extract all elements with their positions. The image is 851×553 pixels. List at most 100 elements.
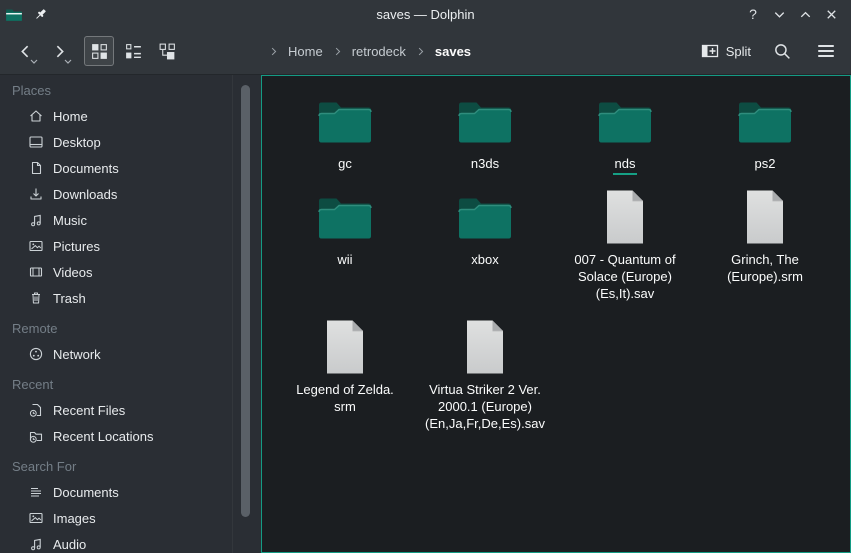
image-icon bbox=[28, 510, 44, 526]
toolbar: Home retrodeck saves Split bbox=[0, 28, 851, 75]
places-section: Places Home Desktop Documents Downloads … bbox=[0, 77, 261, 311]
details-view-button[interactable] bbox=[118, 36, 148, 66]
breadcrumb-separator-icon bbox=[268, 46, 279, 57]
sidebar-item-search-documents[interactable]: Documents bbox=[0, 479, 261, 505]
sidebar-item-label: Music bbox=[53, 213, 87, 228]
sidebar-item-label: Trash bbox=[53, 291, 86, 306]
sidebar-item-network[interactable]: Network bbox=[0, 341, 261, 367]
titlebar-left bbox=[0, 5, 48, 23]
hamburger-menu-icon bbox=[816, 41, 836, 61]
sidebar-item-desktop[interactable]: Desktop bbox=[0, 129, 261, 155]
folder-icon bbox=[457, 97, 513, 145]
sidebar-item-home[interactable]: Home bbox=[0, 103, 261, 129]
icons-view-button[interactable] bbox=[84, 36, 114, 66]
folder-icon bbox=[457, 193, 513, 241]
sidebar-item-label: Recent Locations bbox=[53, 429, 153, 444]
section-header-search-for: Search For bbox=[0, 453, 261, 479]
item-label: 007 - Quantum of Solace (Europe) (Es,It)… bbox=[574, 251, 675, 302]
file-item-007[interactable]: 007 - Quantum of Solace (Europe) (Es,It)… bbox=[555, 185, 695, 315]
home-icon bbox=[28, 108, 44, 124]
item-label: xbox bbox=[471, 251, 498, 268]
back-button[interactable] bbox=[10, 36, 40, 66]
file-icon bbox=[323, 319, 367, 375]
file-grid: gc n3ds nds ps2 wii bbox=[262, 76, 850, 449]
sidebar-item-videos[interactable]: Videos bbox=[0, 259, 261, 285]
forward-icon bbox=[51, 43, 68, 60]
file-icon bbox=[463, 319, 507, 375]
folder-clock-icon bbox=[28, 428, 44, 444]
sidebar-item-music[interactable]: Music bbox=[0, 207, 261, 233]
sidebar-item-pictures[interactable]: Pictures bbox=[0, 233, 261, 259]
sidebar-item-label: Videos bbox=[53, 265, 93, 280]
folder-item-xbox[interactable]: xbox bbox=[415, 185, 555, 315]
sidebar-item-recent-files[interactable]: Recent Files bbox=[0, 397, 261, 423]
file-icon bbox=[603, 189, 647, 245]
folder-icon bbox=[737, 97, 793, 145]
details-view-icon bbox=[124, 42, 143, 61]
navigation-buttons bbox=[10, 36, 74, 66]
folder-icon bbox=[317, 97, 373, 145]
file-item-zelda[interactable]: Legend of Zelda. srm bbox=[275, 315, 415, 449]
file-item-grinch[interactable]: Grinch, The (Europe).srm bbox=[695, 185, 835, 315]
file-icon bbox=[743, 189, 787, 245]
breadcrumb-retrodeck[interactable]: retrodeck bbox=[352, 44, 406, 59]
sidebar-item-search-images[interactable]: Images bbox=[0, 505, 261, 531]
minimize-button[interactable] bbox=[767, 3, 791, 25]
sidebar-item-recent-locations[interactable]: Recent Locations bbox=[0, 423, 261, 449]
item-label: n3ds bbox=[471, 155, 499, 172]
icons-view-icon bbox=[90, 42, 109, 61]
minimize-icon bbox=[772, 7, 787, 22]
folder-item-wii[interactable]: wii bbox=[275, 185, 415, 315]
sidebar-item-trash[interactable]: Trash bbox=[0, 285, 261, 311]
dolphin-window: saves — Dolphin ? Home bbox=[0, 0, 851, 553]
breadcrumb-separator-icon bbox=[332, 46, 343, 57]
section-header-remote: Remote bbox=[0, 315, 261, 341]
sidebar-item-label: Documents bbox=[53, 485, 119, 500]
trash-icon bbox=[28, 290, 44, 306]
window-controls: ? bbox=[741, 3, 851, 25]
split-label: Split bbox=[726, 44, 751, 59]
sidebar-item-label: Recent Files bbox=[53, 403, 125, 418]
sidebar-item-label: Network bbox=[53, 347, 101, 362]
sidebar-scrollbar-thumb[interactable] bbox=[241, 85, 250, 517]
folder-view[interactable]: gc n3ds nds ps2 wii bbox=[261, 75, 851, 553]
hamburger-menu-button[interactable] bbox=[813, 36, 839, 66]
desktop-icon bbox=[28, 134, 44, 150]
item-label: wii bbox=[337, 251, 352, 268]
folder-item-n3ds[interactable]: n3ds bbox=[415, 89, 555, 185]
forward-button[interactable] bbox=[44, 36, 74, 66]
sidebar-item-search-audio[interactable]: Audio bbox=[0, 531, 261, 553]
text-lines-icon bbox=[28, 484, 44, 500]
sidebar-item-label: Audio bbox=[53, 537, 86, 552]
folder-item-gc[interactable]: gc bbox=[275, 89, 415, 185]
document-clock-icon bbox=[28, 402, 44, 418]
titlebar: saves — Dolphin ? bbox=[0, 0, 851, 28]
sidebar-item-downloads[interactable]: Downloads bbox=[0, 181, 261, 207]
view-mode-buttons bbox=[84, 36, 182, 66]
tree-view-button[interactable] bbox=[152, 36, 182, 66]
download-icon bbox=[28, 186, 44, 202]
search-button[interactable] bbox=[769, 36, 795, 66]
help-button[interactable]: ? bbox=[741, 3, 765, 25]
folder-item-ps2[interactable]: ps2 bbox=[695, 89, 835, 185]
sidebar-item-documents[interactable]: Documents bbox=[0, 155, 261, 181]
sidebar-item-label: Documents bbox=[53, 161, 119, 176]
folder-icon bbox=[597, 97, 653, 145]
maximize-button[interactable] bbox=[793, 3, 817, 25]
breadcrumb-home[interactable]: Home bbox=[288, 44, 323, 59]
folder-item-nds[interactable]: nds bbox=[555, 89, 695, 185]
file-item-virtua[interactable]: Virtua Striker 2 Ver. 2000.1 (Europe) (E… bbox=[415, 315, 555, 449]
remote-section: Remote Network bbox=[0, 315, 261, 367]
pin-icon[interactable] bbox=[33, 7, 48, 22]
sidebar-item-label: Downloads bbox=[53, 187, 117, 202]
document-icon bbox=[28, 160, 44, 176]
content-area: Places Home Desktop Documents Downloads … bbox=[0, 75, 851, 553]
split-button[interactable]: Split bbox=[701, 42, 751, 60]
item-label: nds bbox=[613, 155, 638, 175]
recent-section: Recent Recent Files Recent Locations bbox=[0, 371, 261, 449]
breadcrumb-saves[interactable]: saves bbox=[435, 44, 471, 59]
places-panel: Places Home Desktop Documents Downloads … bbox=[0, 75, 261, 553]
close-button[interactable] bbox=[819, 3, 843, 25]
sidebar-item-label: Home bbox=[53, 109, 88, 124]
close-icon bbox=[824, 7, 839, 22]
